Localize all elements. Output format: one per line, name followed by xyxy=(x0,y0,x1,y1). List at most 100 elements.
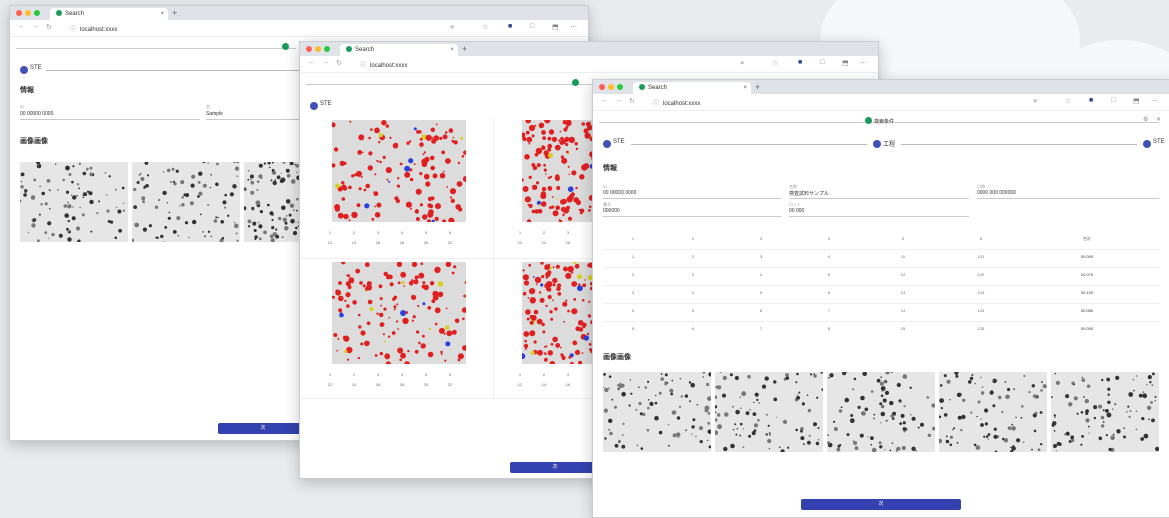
collections-icon[interactable]: □ xyxy=(530,23,534,30)
image-thumbnail[interactable] xyxy=(244,162,304,242)
search-chip[interactable]: 検索条件 xyxy=(874,118,894,125)
detection-dot xyxy=(544,283,549,288)
search-field[interactable] xyxy=(306,76,596,85)
speckle-dot xyxy=(284,221,288,225)
menu-icon[interactable]: ⋯ xyxy=(860,59,867,67)
menu-icon[interactable]: ⋯ xyxy=(1151,97,1158,105)
detection-image[interactable] xyxy=(332,262,466,364)
image-thumbnail[interactable] xyxy=(1051,372,1159,452)
url-field[interactable]: ⓘ localhost:xxxx xyxy=(360,60,407,69)
detection-image[interactable] xyxy=(332,120,466,222)
collections-icon[interactable]: □ xyxy=(820,59,824,66)
speckle-dot xyxy=(1007,426,1012,430)
speckle-dot xyxy=(134,222,140,228)
profile-icon[interactable]: ■ xyxy=(1089,97,1093,104)
new-tab-icon[interactable]: + xyxy=(755,80,760,94)
detection-image[interactable] xyxy=(522,262,602,364)
tab-close-icon[interactable]: × xyxy=(743,82,747,94)
step-dot-icon[interactable] xyxy=(1143,140,1151,148)
url-field[interactable]: ⓘ localhost:xxxx xyxy=(70,24,117,33)
speckle-dot xyxy=(684,394,689,398)
next-button[interactable]: 次 xyxy=(801,499,961,510)
close-window-icon[interactable] xyxy=(16,10,22,16)
field-value[interactable]: 000000 xyxy=(603,208,620,214)
minimize-window-icon[interactable] xyxy=(315,46,321,52)
forward-icon[interactable]: → xyxy=(32,23,39,30)
step-dot-icon[interactable] xyxy=(873,140,881,148)
tab-close-icon[interactable]: × xyxy=(160,8,164,20)
profile-icon[interactable]: ■ xyxy=(798,59,802,66)
collections-icon[interactable]: □ xyxy=(1111,97,1115,104)
next-button[interactable]: 次 xyxy=(218,423,308,434)
speckle-dot xyxy=(76,194,78,197)
detection-dot xyxy=(542,330,546,334)
speckle-dot xyxy=(740,407,742,409)
url-field[interactable]: ⓘ localhost:xxxx xyxy=(653,98,700,107)
speckle-dot xyxy=(860,395,865,401)
minimize-window-icon[interactable] xyxy=(608,84,614,90)
next-button[interactable]: 次 xyxy=(510,462,600,473)
speckle-dot xyxy=(891,442,894,445)
extensions-icon[interactable]: ⋄ xyxy=(1033,97,1037,105)
maximize-window-icon[interactable] xyxy=(617,84,623,90)
image-thumbnail[interactable] xyxy=(20,162,128,242)
field-value[interactable]: 00 00000 0000 xyxy=(603,190,636,196)
favorites-icon[interactable]: ☆ xyxy=(772,59,778,67)
back-icon[interactable]: ← xyxy=(601,97,608,104)
close-window-icon[interactable] xyxy=(599,84,605,90)
speckle-dot xyxy=(1033,394,1038,399)
maximize-window-icon[interactable] xyxy=(34,10,40,16)
browser-tab[interactable]: Search × xyxy=(50,8,168,20)
reload-icon[interactable]: ↻ xyxy=(336,59,342,67)
field-value[interactable]: 00 000 xyxy=(789,208,804,214)
detection-dot xyxy=(463,150,466,155)
new-tab-icon[interactable]: + xyxy=(462,42,467,56)
forward-icon[interactable]: → xyxy=(615,97,622,104)
info-icon: ⓘ xyxy=(360,63,367,69)
table-cell: 11 xyxy=(900,254,906,259)
minimize-window-icon[interactable] xyxy=(25,10,31,16)
back-icon[interactable]: ← xyxy=(308,59,315,66)
share-icon[interactable]: ⬒ xyxy=(552,23,559,31)
speckle-dot xyxy=(691,425,695,429)
browser-tab[interactable]: Search × xyxy=(633,82,751,94)
image-thumbnail[interactable] xyxy=(132,162,240,242)
speckle-dot xyxy=(275,234,280,239)
field-value[interactable]: Sample xyxy=(206,111,223,117)
reload-icon[interactable]: ↻ xyxy=(629,97,635,105)
close-window-icon[interactable] xyxy=(306,46,312,52)
favorites-icon[interactable]: ☆ xyxy=(482,23,488,31)
new-tab-icon[interactable]: + xyxy=(172,6,177,20)
field-value[interactable]: 検査試料サンプル xyxy=(789,190,829,197)
extensions-icon[interactable]: ⋄ xyxy=(450,23,454,31)
speckle-dot xyxy=(807,440,811,445)
search-field[interactable] xyxy=(16,40,296,49)
share-icon[interactable]: ⬒ xyxy=(1133,97,1140,105)
image-thumbnail[interactable] xyxy=(603,372,711,452)
speckle-dot xyxy=(715,395,717,400)
detection-dot xyxy=(419,172,423,176)
close-icon[interactable]: ✕ xyxy=(1156,116,1161,123)
step-dot-icon[interactable] xyxy=(310,102,318,110)
maximize-window-icon[interactable] xyxy=(324,46,330,52)
menu-icon[interactable]: ⋯ xyxy=(570,23,577,31)
back-icon[interactable]: ← xyxy=(18,23,25,30)
reload-icon[interactable]: ↻ xyxy=(46,23,52,31)
tab-close-icon[interactable]: × xyxy=(450,44,454,56)
image-thumbnail[interactable] xyxy=(715,372,823,452)
extensions-icon[interactable]: ⋄ xyxy=(740,59,744,67)
browser-tab[interactable]: Search × xyxy=(340,44,458,56)
detection-image[interactable] xyxy=(522,120,602,222)
image-thumbnail[interactable] xyxy=(939,372,1047,452)
share-icon[interactable]: ⬒ xyxy=(842,59,849,67)
settings-icon[interactable]: ⚙ xyxy=(1143,116,1148,123)
forward-icon[interactable]: → xyxy=(322,59,329,66)
speckle-dot xyxy=(1135,428,1138,431)
image-thumbnail[interactable] xyxy=(827,372,935,452)
profile-icon[interactable]: ■ xyxy=(508,23,512,30)
step-dot-icon[interactable] xyxy=(603,140,611,148)
favorites-icon[interactable]: ☆ xyxy=(1065,97,1071,105)
field-value[interactable]: 0000 000 000000 xyxy=(977,190,1016,196)
field-value[interactable]: 00 00000 0000 xyxy=(20,111,53,117)
step-dot-icon[interactable] xyxy=(20,66,28,74)
